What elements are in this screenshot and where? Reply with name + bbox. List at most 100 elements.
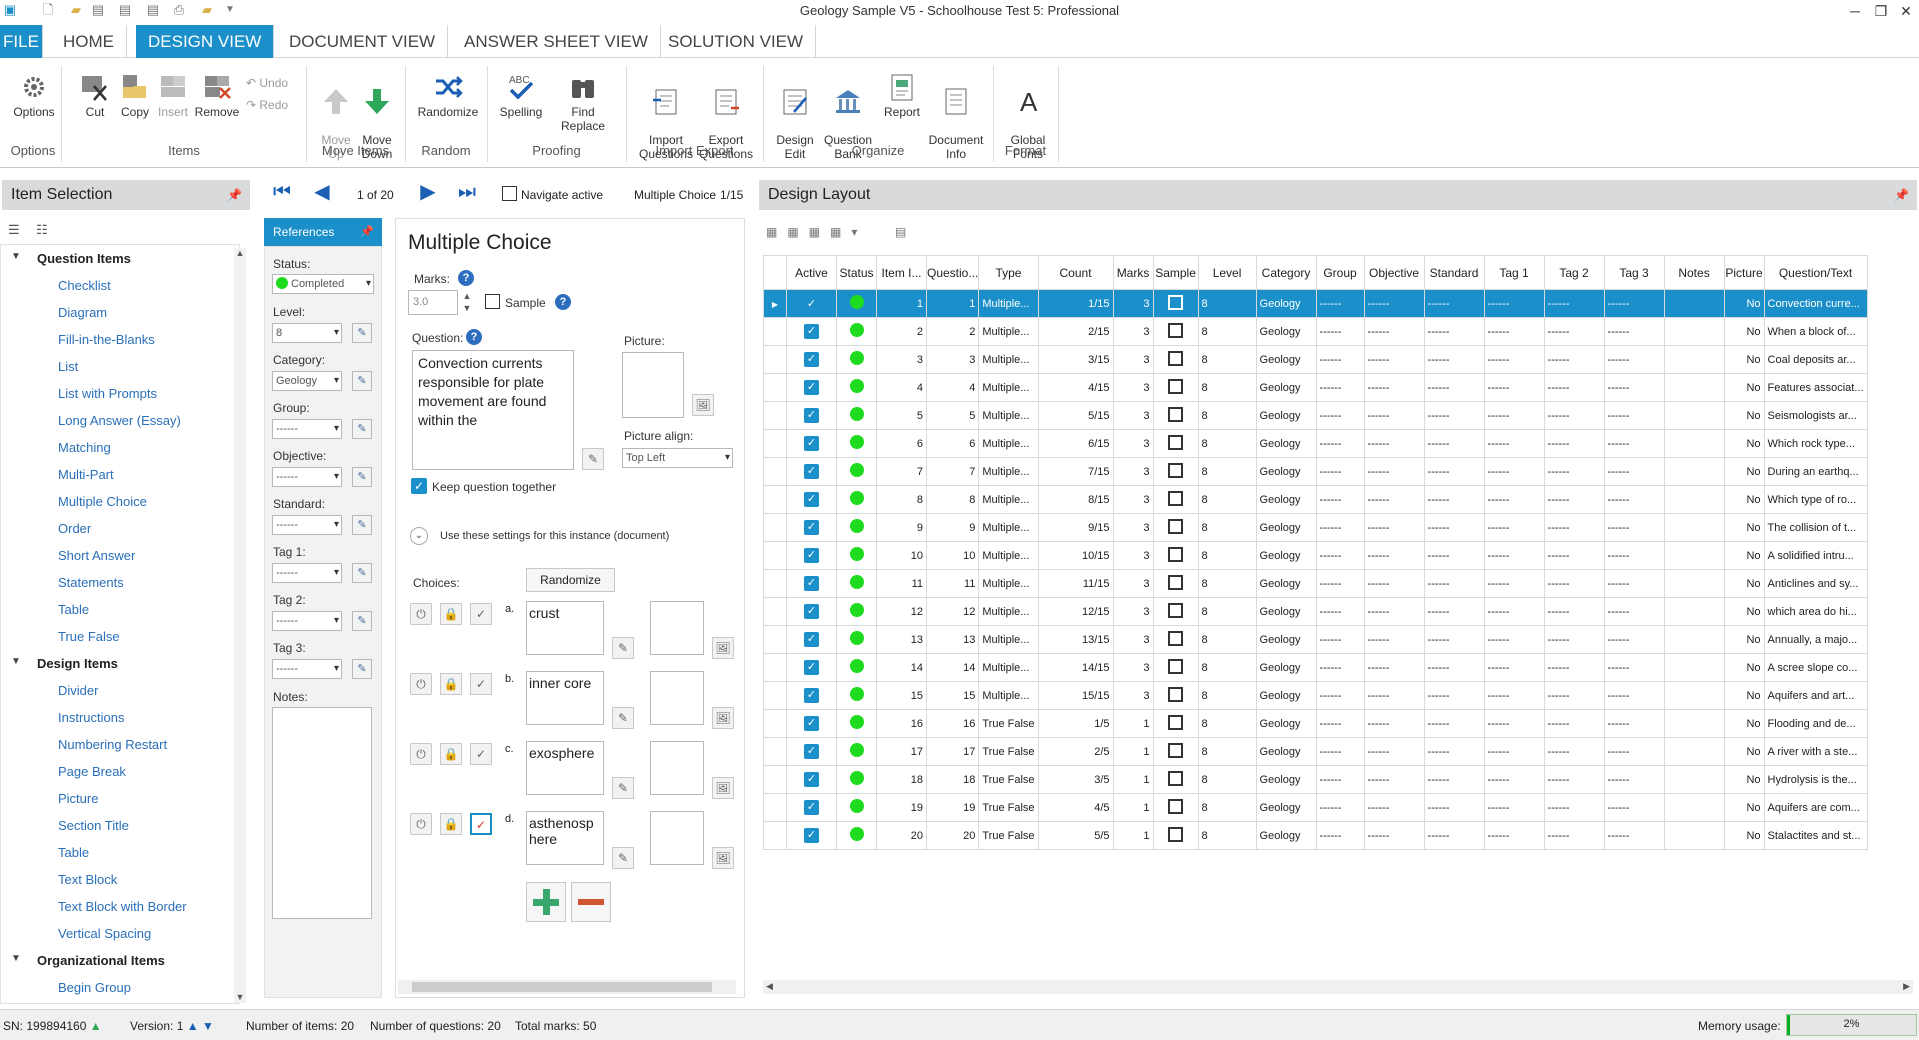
row-indicator[interactable] <box>763 401 787 430</box>
active-checkbox[interactable]: ✓ <box>804 548 819 563</box>
table-row[interactable]: ✓ 7 7 Multiple... 7/15 3 8 Geology -----… <box>763 457 1868 486</box>
sample-checkbox[interactable] <box>1168 322 1184 338</box>
row-indicator[interactable] <box>763 653 787 682</box>
table-row[interactable]: ✓ 20 20 True False 5/5 1 8 Geology -----… <box>763 821 1868 850</box>
table-row[interactable]: ✓ 10 10 Multiple... 10/15 3 8 Geology --… <box>763 541 1868 570</box>
column-header[interactable]: Active <box>786 255 837 290</box>
row-indicator[interactable]: ▶ <box>763 289 787 318</box>
sample-cell[interactable] <box>1152 597 1199 626</box>
sample-cell[interactable] <box>1152 709 1199 738</box>
edit-choice-icon[interactable]: ✎ <box>612 847 634 869</box>
next-item-button[interactable]: ▶ <box>414 178 442 206</box>
column-header[interactable] <box>763 255 787 290</box>
tree-item[interactable]: Long Answer (Essay) <box>58 413 181 428</box>
help-icon[interactable]: ? <box>466 329 482 345</box>
column-header[interactable]: Level <box>1197 255 1257 290</box>
sample-checkbox[interactable] <box>1168 602 1184 618</box>
edit-question-icon[interactable]: ✎ <box>582 448 604 470</box>
tree-item[interactable]: Vertical Spacing <box>58 926 151 941</box>
tree-item[interactable]: True False <box>58 629 120 644</box>
sample-checkbox[interactable] <box>1168 462 1184 478</box>
insert-picture-icon[interactable]: 🖼 <box>692 394 714 416</box>
column-header[interactable]: Tag 2 <box>1543 255 1605 290</box>
column-header[interactable]: Question/Text <box>1763 255 1868 290</box>
tree-item[interactable]: Multi-Part <box>58 467 114 482</box>
column-header[interactable]: Type <box>978 255 1039 290</box>
active-cell[interactable]: ✓ <box>786 513 837 542</box>
sample-checkbox[interactable] <box>1168 826 1184 842</box>
lock-choice-icon[interactable]: 🔒 <box>440 673 462 695</box>
table-row[interactable]: ✓ 16 16 True False 1/5 1 8 Geology -----… <box>763 709 1868 738</box>
choice-text-input[interactable]: crust <box>526 601 604 655</box>
tag3-select[interactable]: ------ ▾ <box>272 659 342 679</box>
help-icon[interactable]: ? <box>458 270 474 286</box>
tree-item[interactable]: Statements <box>58 575 124 590</box>
edit-choice-icon[interactable]: ✎ <box>612 707 634 729</box>
table-row[interactable]: ✓ 3 3 Multiple... 3/15 3 8 Geology -----… <box>763 345 1868 374</box>
table-row[interactable]: ✓ 5 5 Multiple... 5/15 3 8 Geology -----… <box>763 401 1868 430</box>
table-row[interactable]: ✓ 2 2 Multiple... 2/15 3 8 Geology -----… <box>763 317 1868 346</box>
standard-select[interactable]: ------ ▾ <box>272 515 342 535</box>
choice-picture-box[interactable] <box>650 811 704 865</box>
column-header[interactable]: Status <box>836 255 877 290</box>
sample-checkbox[interactable] <box>1168 378 1184 394</box>
tree-item[interactable]: Checklist <box>58 278 111 293</box>
active-cell[interactable]: ✓ <box>786 429 837 458</box>
edit-tag3-icon[interactable]: ✎ <box>352 659 372 679</box>
choice-text-input[interactable]: exosphere <box>526 741 604 795</box>
active-checkbox[interactable]: ✓ <box>804 604 819 619</box>
row-indicator[interactable] <box>763 597 787 626</box>
lock-choice-icon[interactable]: 🔒 <box>440 743 462 765</box>
collapse-all-icon[interactable]: ☷ <box>36 222 56 238</box>
tree-item[interactable]: Picture <box>58 791 98 806</box>
tab-document-view[interactable]: DOCUMENT VIEW <box>277 25 449 58</box>
sample-cell[interactable] <box>1152 401 1199 430</box>
active-cell[interactable]: ✓ <box>786 737 837 766</box>
active-checkbox[interactable]: ✓ <box>804 520 819 535</box>
sample-checkbox[interactable] <box>1168 574 1184 590</box>
row-indicator[interactable] <box>763 485 787 514</box>
edit-choice-icon[interactable]: ✎ <box>612 637 634 659</box>
sample-cell[interactable] <box>1152 625 1199 654</box>
tree-item[interactable]: Table <box>58 845 89 860</box>
version-up-icon[interactable]: ▲ <box>187 1019 199 1033</box>
sample-cell[interactable] <box>1152 345 1199 374</box>
table-row[interactable]: ✓ 13 13 Multiple... 13/15 3 8 Geology --… <box>763 625 1868 654</box>
sample-cell[interactable] <box>1152 457 1199 486</box>
first-item-button[interactable]: ⏮ <box>268 178 296 206</box>
active-checkbox[interactable]: ✓ <box>804 828 819 843</box>
row-indicator[interactable] <box>763 765 787 794</box>
tree-item[interactable]: Divider <box>58 683 98 698</box>
last-item-button[interactable]: ⏭ <box>453 178 481 206</box>
active-cell[interactable]: ✓ <box>786 625 837 654</box>
tab-file[interactable]: FILE <box>0 25 43 58</box>
question-textarea[interactable]: Convection currents responsible for plat… <box>412 350 574 470</box>
column-header[interactable]: Notes <box>1663 255 1725 290</box>
cut-button[interactable]: Cut <box>75 72 115 119</box>
sample-cell[interactable] <box>1152 569 1199 598</box>
layout-toolbar-icons[interactable]: ▦▦▦▦▾ <box>766 225 867 239</box>
spelling-button[interactable]: ABC Spelling <box>496 72 546 119</box>
correct-answer-checkbox[interactable]: ✓ <box>470 603 492 625</box>
sample-checkbox[interactable] <box>1168 546 1184 562</box>
active-cell[interactable]: ✓ <box>786 821 837 850</box>
table-settings-icon[interactable]: ▤ <box>895 225 906 239</box>
active-checkbox[interactable]: ✓ <box>804 492 819 507</box>
lock-choice-icon[interactable]: 🔒 <box>440 813 462 835</box>
edit-group-icon[interactable]: ✎ <box>352 419 372 439</box>
marks-input[interactable]: 3.0 <box>408 290 458 315</box>
chevron-down-icon[interactable]: ▼ <box>11 251 21 262</box>
sample-cell[interactable] <box>1152 821 1199 850</box>
sample-cell[interactable] <box>1152 373 1199 402</box>
column-header[interactable]: Category <box>1255 255 1317 290</box>
active-checkbox[interactable]: ✓ <box>804 380 819 395</box>
tree-item[interactable]: Text Block with Border <box>58 899 187 914</box>
active-cell[interactable]: ✓ <box>786 681 837 710</box>
add-choice-button[interactable] <box>526 882 566 922</box>
notes-textarea[interactable] <box>272 707 372 919</box>
correct-answer-checkbox[interactable]: ✓ <box>470 813 492 835</box>
group-select[interactable]: ------ ▾ <box>272 419 342 439</box>
active-checkbox[interactable]: ✓ <box>804 632 819 647</box>
remove-choice-button[interactable] <box>571 882 611 922</box>
chevron-down-icon[interactable]: ▼ <box>11 953 21 964</box>
